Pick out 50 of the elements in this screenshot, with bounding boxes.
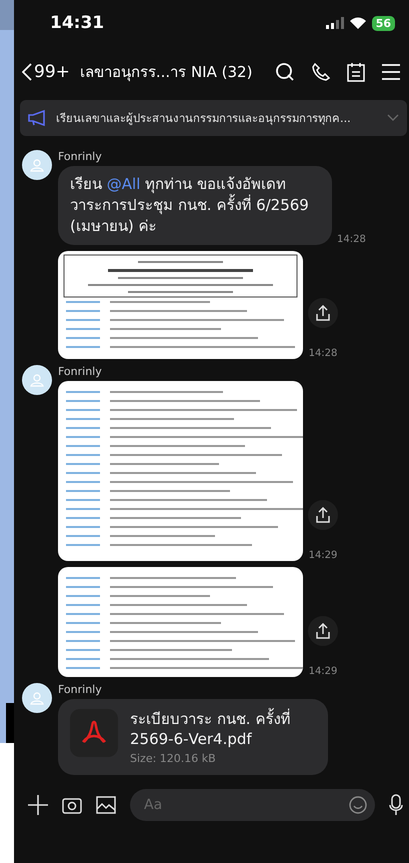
calendar-icon (347, 62, 365, 82)
message-field[interactable]: Aa (130, 789, 375, 821)
search-button[interactable] (275, 62, 295, 82)
message-text: เรียน @All ทุกท่าน ขอแจ้งอัพเดท วาระการประชุม กนช. ครั้งที่ 6/2569 (เมษายน) ค่ะ (58, 166, 332, 245)
phone-icon (311, 62, 331, 82)
share-button[interactable] (308, 298, 338, 328)
document-image[interactable] (58, 251, 303, 359)
voice-button[interactable] (389, 794, 403, 816)
megaphone-icon (28, 110, 46, 126)
calendar-button[interactable] (347, 62, 365, 82)
battery-level: 56 (372, 16, 395, 30)
file-size: Size: 120.16 kB (130, 752, 217, 764)
message-time: 14:29 (308, 666, 338, 677)
avatar[interactable] (22, 683, 52, 713)
chevron-left-icon (22, 63, 32, 81)
avatar[interactable] (22, 150, 52, 180)
clock: 14:31 (50, 13, 104, 33)
message-time: 14:28 (337, 234, 366, 245)
file-attachment[interactable]: ระเบียบวาระ กนช. ครั้งที่ 2569-6-Ver4.pdf Size: 120.16 kB (58, 699, 328, 774)
sender-name: Fonrinly (58, 683, 103, 696)
avatar[interactable] (22, 365, 52, 395)
chevron-down-icon (387, 114, 399, 122)
back-button[interactable]: 99+ (22, 62, 70, 82)
sender-name: Fonrinly (58, 150, 103, 163)
share-icon (316, 507, 330, 523)
share-button[interactable] (308, 616, 338, 646)
signal-icon (326, 17, 344, 29)
share-icon (316, 623, 330, 639)
share-button[interactable] (308, 500, 338, 530)
menu-icon (381, 63, 401, 81)
announcement-banner[interactable]: เรียนเลขาและผู้ประสานงานกรรมการและอนุกรรมการทุกค... (20, 100, 407, 136)
message-time: 14:28 (308, 348, 338, 359)
search-icon (275, 62, 295, 82)
microphone-icon (389, 794, 403, 816)
message-time: 14:29 (308, 550, 338, 561)
emoji-icon (349, 796, 367, 814)
announcement-text: เรียนเลขาและผู้ประสานงานกรรมการและอนุกรรมการทุกค... (56, 111, 352, 127)
file-name: ระเบียบวาระ กนช. ครั้งที่ 2569-6-Ver4.pdf (130, 709, 292, 750)
wifi-icon (350, 17, 366, 29)
add-button[interactable] (28, 795, 48, 815)
camera-button[interactable] (62, 796, 82, 814)
plus-icon (28, 795, 48, 815)
menu-button[interactable] (381, 63, 401, 81)
gallery-button[interactable] (96, 796, 116, 814)
share-icon (316, 305, 330, 321)
camera-icon (62, 796, 82, 814)
sender-name: Fonrinly (58, 365, 103, 378)
image-icon (96, 796, 116, 814)
call-button[interactable] (311, 62, 331, 82)
chat-title: เลขาอนุกรร...าร NIA (32) (80, 62, 254, 84)
